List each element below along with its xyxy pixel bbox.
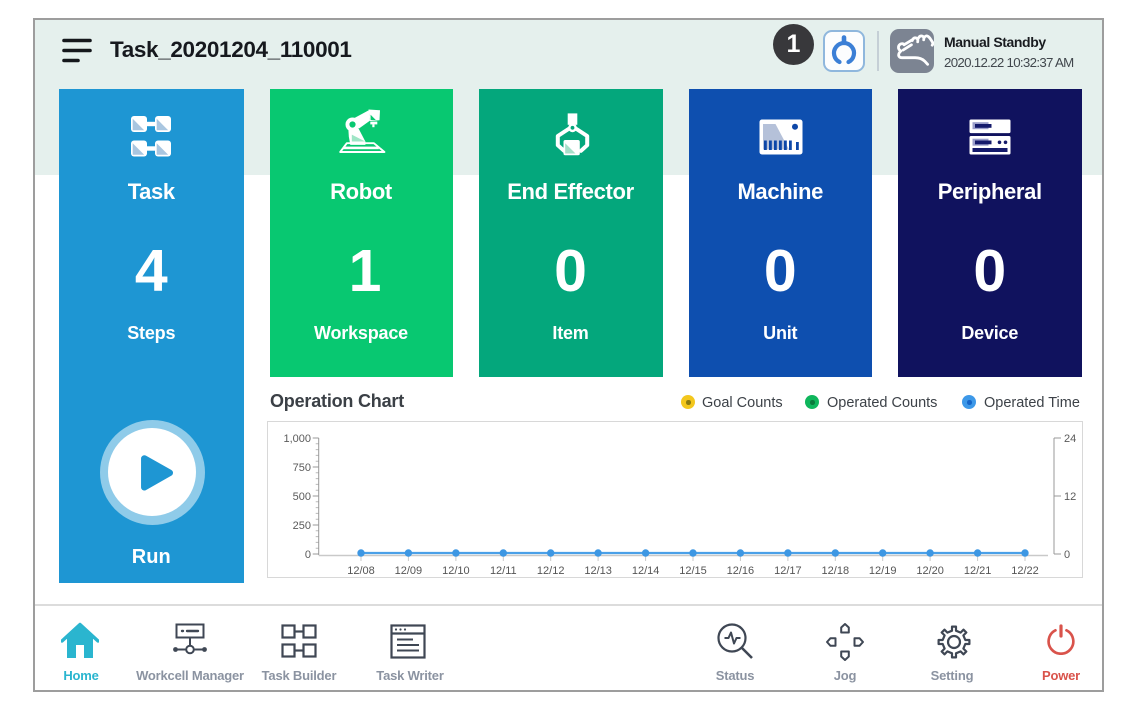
svg-text:750: 750 [293,462,311,474]
svg-text:12/10: 12/10 [442,565,470,577]
svg-text:12/19: 12/19 [869,565,897,577]
svg-text:12/15: 12/15 [679,565,707,577]
svg-text:12/20: 12/20 [916,565,944,577]
svg-text:12/14: 12/14 [632,565,660,577]
svg-text:0: 0 [305,549,311,561]
svg-text:12/12: 12/12 [537,565,565,577]
svg-text:12/13: 12/13 [584,565,612,577]
svg-text:12: 12 [1064,491,1076,503]
svg-text:12/22: 12/22 [1011,565,1039,577]
svg-text:12/11: 12/11 [490,565,517,577]
svg-text:12/08: 12/08 [347,565,375,577]
svg-text:250: 250 [293,520,311,532]
svg-text:1,000: 1,000 [283,433,311,445]
svg-text:0: 0 [1064,549,1070,561]
svg-text:12/09: 12/09 [395,565,423,577]
svg-text:12/18: 12/18 [822,565,850,577]
svg-text:12/17: 12/17 [774,565,802,577]
svg-text:12/16: 12/16 [727,565,755,577]
svg-text:24: 24 [1064,433,1076,445]
svg-text:500: 500 [293,491,311,503]
svg-text:12/21: 12/21 [964,565,992,577]
